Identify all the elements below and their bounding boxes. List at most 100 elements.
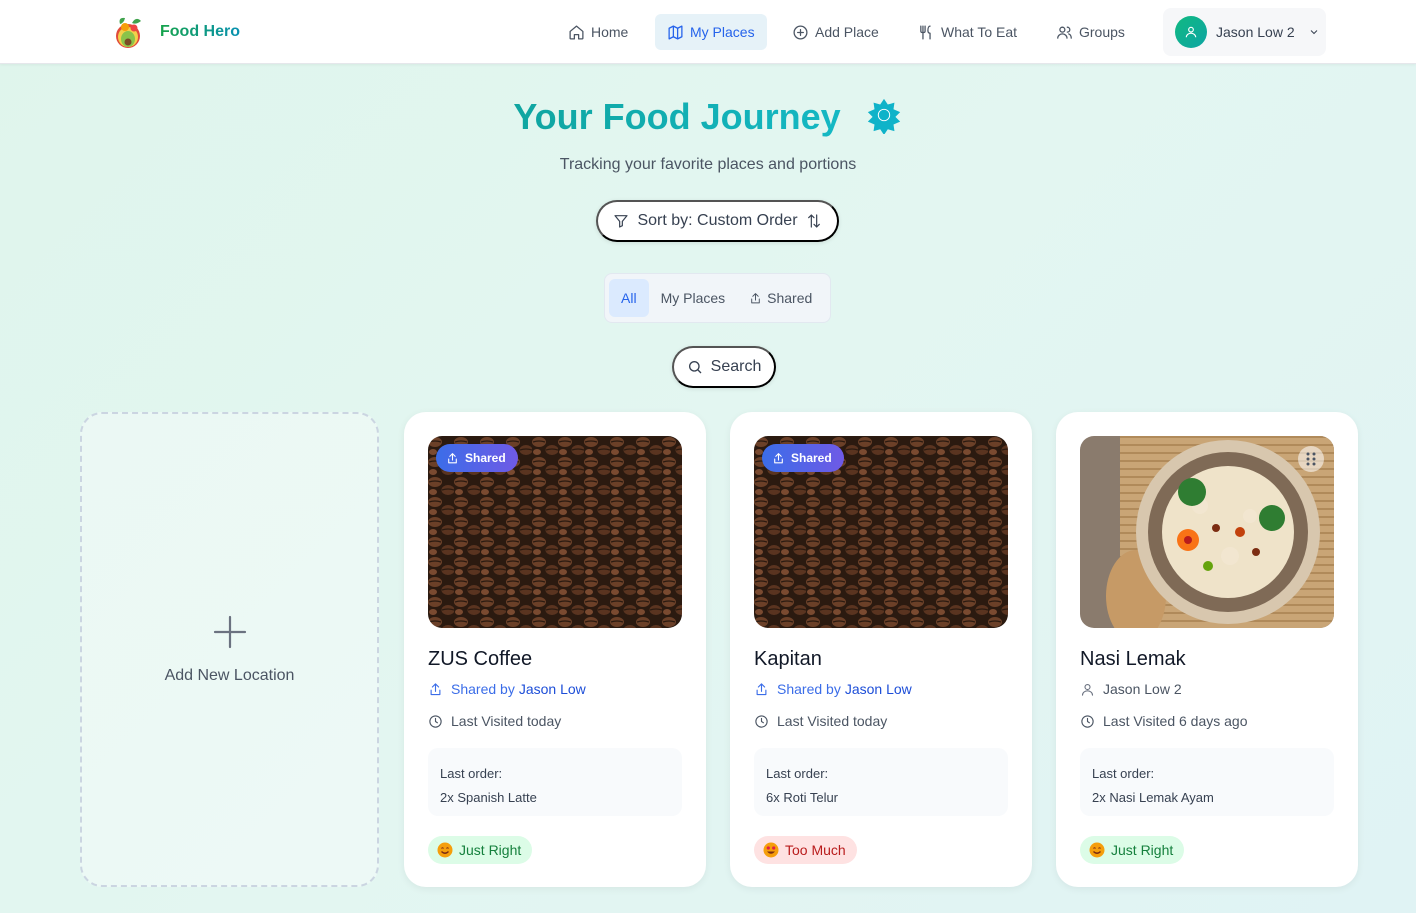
last-visited: Last Visited 6 days ago (1080, 713, 1248, 729)
smile-emoji-icon (437, 842, 453, 858)
owner: Jason Low 2 (1080, 681, 1182, 697)
nav-my-places[interactable]: My Places (655, 14, 767, 50)
last-order-label: Last order: (1092, 766, 1155, 781)
coffee-beans-image: Shared (754, 436, 1008, 628)
last-visited: Last Visited today (428, 713, 561, 729)
nav-home[interactable]: Home (556, 14, 640, 50)
nav-groups[interactable]: Groups (1044, 14, 1137, 50)
add-location-card[interactable]: Add New Location (80, 412, 379, 887)
portion-badge: Just Right (428, 836, 533, 864)
shared-badge-label: Shared (791, 451, 832, 465)
filter-tab-all-label: All (621, 290, 637, 306)
avocado-logo-icon (116, 17, 141, 48)
user-icon (1185, 26, 1197, 38)
filter-tab-shared[interactable]: Shared (737, 279, 824, 317)
place-card-kapitan[interactable]: Shared Kapitan Shared by Jason Low Last … (730, 412, 1032, 887)
filter-tabs: All My Places Shared (604, 273, 831, 323)
share-icon (756, 682, 767, 695)
coffee-beans-image: Shared (428, 436, 682, 628)
share-icon (751, 292, 760, 303)
filter-tab-all[interactable]: All (609, 279, 649, 317)
last-order-box: Last order: 2x Nasi Lemak Ayam (1080, 748, 1334, 816)
search-button[interactable]: Search (672, 346, 776, 388)
smile-emoji-icon (1089, 842, 1105, 858)
top-navbar: Food Hero Home My Places Add Place What … (0, 0, 1416, 64)
shared-badge: Shared (436, 444, 518, 472)
shared-by-prefix: Shared by (451, 681, 515, 697)
filter-icon (614, 215, 629, 228)
place-name: Kapitan (754, 648, 822, 670)
nasi-lemak-photo (1080, 436, 1334, 628)
shared-badge: Shared (762, 444, 844, 472)
last-order-value: 6x Roti Telur (766, 790, 839, 805)
owner-name: Jason Low 2 (1103, 681, 1182, 697)
portion-label: Just Right (1111, 842, 1174, 858)
shared-by-prefix: Shared by (777, 681, 841, 697)
search-icon (688, 361, 702, 374)
nav-what-to-eat-label: What To Eat (941, 24, 1018, 40)
sort-button[interactable]: Sort by: Custom Order (596, 200, 839, 242)
nav-what-to-eat[interactable]: What To Eat (906, 14, 1029, 50)
nav-my-places-label: My Places (690, 24, 755, 40)
nav-home-label: Home (591, 24, 629, 40)
last-visited-text: Last Visited today (451, 713, 562, 729)
filter-tab-my-places[interactable]: My Places (649, 279, 738, 317)
portion-label: Too Much (785, 842, 846, 858)
share-icon (774, 452, 783, 463)
shared-by-user: Jason Low (518, 681, 586, 697)
last-visited-text: Last Visited 6 days ago (1103, 713, 1248, 729)
page-title-text: Your Food Journey (513, 96, 841, 137)
plus-circle-icon (793, 24, 808, 40)
search-label: Search (710, 358, 762, 375)
last-order-box: Last order: 6x Roti Telur (754, 748, 1008, 816)
users-icon (1057, 26, 1072, 39)
clock-icon (1081, 714, 1094, 728)
share-icon (448, 452, 457, 463)
shared-by-user: Jason Low (844, 681, 912, 697)
last-order-value: 2x Nasi Lemak Ayam (1092, 790, 1214, 805)
avatar (1175, 16, 1207, 48)
last-order-box: Last order: 2x Spanish Latte (428, 748, 682, 816)
clock-icon (429, 714, 442, 728)
map-icon (668, 24, 683, 40)
nasi-lemak-image (1080, 436, 1334, 628)
heart-eyes-emoji-icon (763, 842, 779, 858)
nav-add-place-label: Add Place (815, 24, 879, 40)
portion-label: Just Right (459, 842, 522, 858)
shared-by: Shared by Jason Low (428, 681, 586, 697)
grip-icon (1306, 452, 1316, 466)
shared-badge-label: Shared (465, 451, 506, 465)
last-order-value: 2x Spanish Latte (440, 790, 537, 805)
plus-icon (213, 615, 246, 648)
shared-by: Shared by Jason Low (754, 681, 912, 697)
filter-tab-shared-label: Shared (767, 290, 813, 306)
drag-handle[interactable] (1298, 446, 1324, 472)
sparkle-badge-icon (867, 99, 900, 135)
last-order-label: Last order: (440, 766, 503, 781)
place-card-zus-coffee[interactable]: Shared ZUS Coffee Shared by Jason Low La… (404, 412, 706, 887)
user-menu[interactable]: Jason Low 2 (1163, 8, 1326, 56)
place-name: Nasi Lemak (1080, 648, 1186, 670)
clock-icon (755, 714, 768, 728)
sort-label: Sort by: Custom Order (637, 212, 798, 229)
share-icon (430, 682, 441, 695)
sort-arrows-icon (807, 214, 820, 228)
user-icon (1081, 683, 1094, 696)
page-title: Your Food Journey (0, 96, 1416, 138)
place-name: ZUS Coffee (428, 648, 533, 670)
portion-badge: Too Much (754, 836, 857, 864)
portion-badge: Just Right (1080, 836, 1185, 864)
chevron-down-icon (1310, 30, 1317, 35)
nav-groups-label: Groups (1079, 24, 1125, 40)
place-card-nasi-lemak[interactable]: Nasi Lemak Jason Low 2 Last Visited 6 da… (1056, 412, 1358, 887)
last-visited: Last Visited today (754, 713, 887, 729)
user-name: Jason Low 2 (1216, 24, 1295, 40)
filter-tab-my-places-label: My Places (660, 290, 726, 306)
app-name: Food Hero (160, 23, 240, 40)
nav-add-place[interactable]: Add Place (780, 14, 891, 50)
home-icon (569, 24, 584, 40)
brand[interactable]: Food Hero (112, 14, 240, 50)
page-subtitle: Tracking your favorite places and portio… (559, 156, 857, 173)
utensils-icon (920, 24, 931, 40)
last-visited-text: Last Visited today (777, 713, 888, 729)
